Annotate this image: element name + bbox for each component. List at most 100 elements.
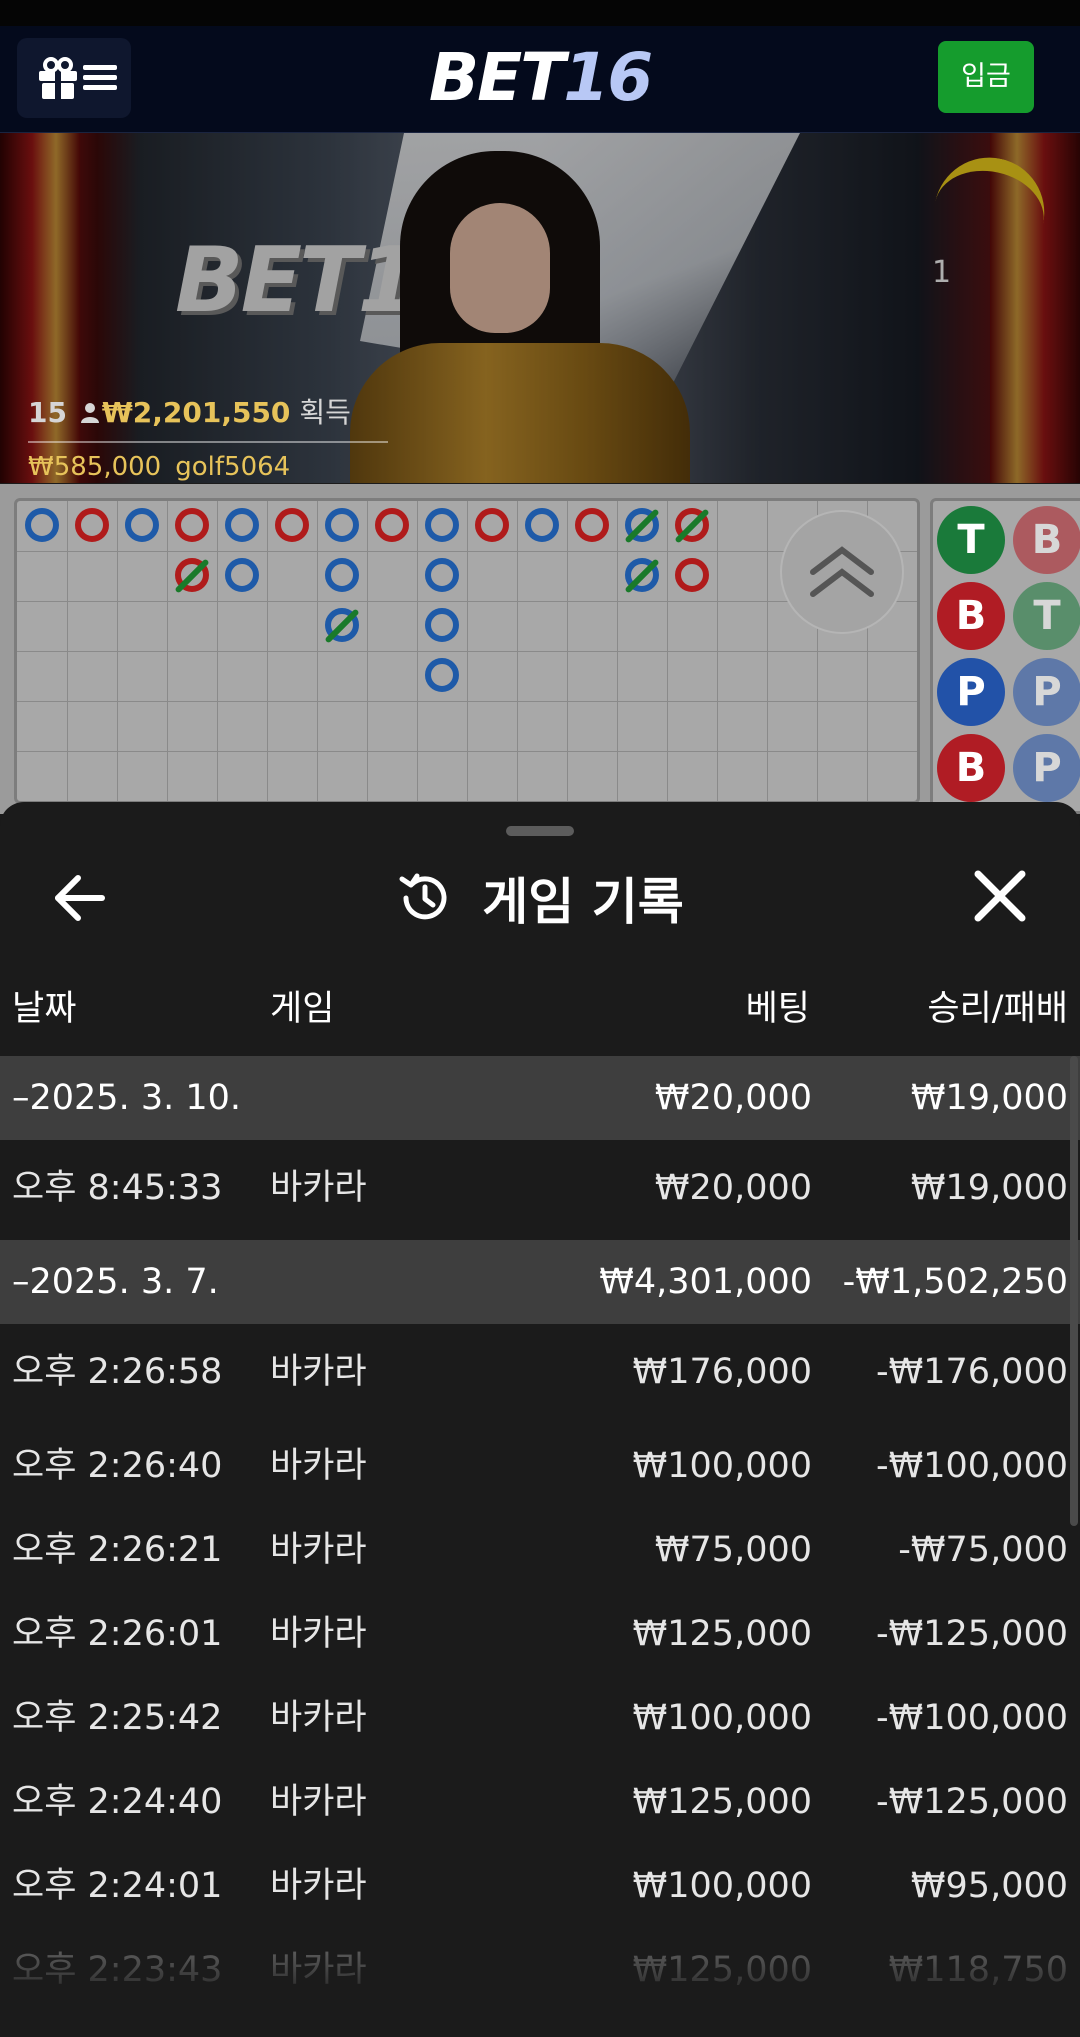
deposit-button[interactable]: 입금 — [938, 41, 1034, 113]
player-bead — [325, 558, 359, 592]
column-header-game: 게임 — [270, 989, 335, 1029]
user-icon — [80, 403, 99, 423]
player-bead — [25, 508, 59, 542]
winloss-cell: -₩125,000 — [876, 1614, 1068, 1654]
player-bead — [225, 558, 259, 592]
game-cell: 바카라 — [270, 1698, 367, 1738]
winloss-cell: ₩19,000 — [910, 1168, 1068, 1208]
game-cell: 바카라 — [270, 1614, 367, 1654]
column-header-winloss: 승리/패배 — [927, 989, 1068, 1029]
date-cell: 오후 2:25:42 — [12, 1698, 223, 1738]
winners-count: 15 — [28, 396, 67, 429]
date-group-row[interactable]: –2025. 3. 10. ₩20,000 ₩19,000 — [0, 1056, 1080, 1140]
date-group-row[interactable]: –2025. 3. 7. ₩4,301,000 -₩1,502,250 — [0, 1240, 1080, 1324]
bead-plate-result: B — [937, 582, 1005, 650]
history-row[interactable]: 오후 2:25:42 바카라 ₩100,000 -₩100,000 — [0, 1676, 1080, 1760]
sheet-drag-handle[interactable] — [506, 826, 574, 836]
date-cell: –2025. 3. 10. — [12, 1078, 242, 1118]
history-row[interactable]: 오후 2:26:21 바카라 ₩75,000 -₩75,000 — [0, 1508, 1080, 1592]
game-cell: 바카라 — [270, 1352, 367, 1392]
chevron-up-icon — [810, 546, 874, 597]
grid-line — [17, 551, 917, 552]
banker-bead — [475, 508, 509, 542]
banker-bead — [275, 508, 309, 542]
bead-plate-result: T — [1013, 582, 1080, 650]
bead-plate-scoreboard[interactable]: TBBTPPBP — [930, 498, 1080, 814]
winloss-cell: -₩176,000 — [876, 1352, 1068, 1392]
bet-cell: ₩20,000 — [654, 1078, 812, 1118]
winners-label: 획득 — [299, 396, 351, 429]
date-cell: 오후 2:26:21 — [12, 1530, 223, 1570]
history-icon — [399, 873, 447, 920]
top-winner: ₩585,000 golf5064 — [28, 450, 290, 484]
bead-plate-result: B — [937, 734, 1005, 802]
top-winner-name: golf5064 — [175, 452, 291, 482]
bead-plate-result: P — [1013, 734, 1080, 802]
date-cell: 오후 2:24:01 — [12, 1866, 223, 1906]
game-cell: 바카라 — [270, 1446, 367, 1486]
history-row[interactable]: 오후 2:24:40 바카라 ₩125,000 -₩125,000 — [0, 1760, 1080, 1844]
close-icon — [974, 870, 1026, 922]
status-bar — [0, 0, 1080, 26]
bead-plate-result: B — [1013, 506, 1080, 574]
site-logo[interactable]: BET16 — [0, 40, 1080, 116]
winloss-cell: -₩100,000 — [876, 1446, 1068, 1486]
sheet-title: 게임 기록 — [482, 873, 684, 931]
bead-plate-result: T — [937, 506, 1005, 574]
date-cell: 오후 2:26:40 — [12, 1446, 223, 1486]
history-row[interactable]: 오후 8:45:33 바카라 ₩20,000 ₩19,000 — [0, 1140, 1080, 1240]
close-button[interactable] — [968, 864, 1032, 928]
scrollbar[interactable] — [1070, 1056, 1078, 1526]
date-cell: 오후 8:45:33 — [12, 1168, 223, 1208]
bead-plate-result: P — [1013, 658, 1080, 726]
history-row[interactable]: 오후 2:24:01 바카라 ₩100,000 ₩95,000 — [0, 1844, 1080, 1928]
bet-cell: ₩75,000 — [654, 1530, 812, 1570]
history-row[interactable]: 오후 2:26:01 바카라 ₩125,000 -₩125,000 — [0, 1592, 1080, 1676]
player-bead — [425, 508, 459, 542]
history-table: –2025. 3. 10. ₩20,000 ₩19,000 오후 8:45:33 바카라… — [0, 1056, 1080, 2012]
winloss-cell: ₩95,000 — [910, 1866, 1068, 1906]
sheet-header: 게임 기록 — [0, 862, 1080, 932]
bet-cell: ₩125,000 — [632, 1614, 812, 1654]
date-cell: 오후 2:26:58 — [12, 1352, 223, 1392]
banker-bead — [575, 508, 609, 542]
bet-cell: ₩20,000 — [654, 1168, 812, 1208]
top-navigation: BET16 입금 — [0, 26, 1080, 133]
game-cell: 바카라 — [270, 1168, 367, 1208]
banker-bead — [175, 508, 209, 542]
bet-cell: ₩100,000 — [632, 1446, 812, 1486]
bet-cell: ₩125,000 — [632, 1782, 812, 1822]
date-cell: –2025. 3. 7. — [12, 1262, 219, 1302]
big-road-scoreboard[interactable] — [14, 498, 920, 804]
logo-text-number: 16 — [563, 39, 653, 116]
winloss-cell: -₩125,000 — [876, 1782, 1068, 1822]
bet-cell: ₩4,301,000 — [599, 1262, 812, 1302]
winloss-cell: -₩75,000 — [898, 1530, 1068, 1570]
logo-text-main: BET — [428, 39, 565, 116]
winners-divider — [28, 441, 388, 443]
list-fade — [0, 1927, 1080, 2037]
winners-summary: 15 ₩2,201,550 획득 — [28, 395, 351, 431]
grid-line — [17, 751, 917, 752]
player-bead — [525, 508, 559, 542]
expand-roadmap-button[interactable] — [782, 512, 902, 632]
player-bead — [125, 508, 159, 542]
bet-cell: ₩100,000 — [632, 1698, 812, 1738]
date-cell: 오후 2:24:40 — [12, 1782, 223, 1822]
bet-cell: ₩176,000 — [632, 1352, 812, 1392]
player-bead — [425, 608, 459, 642]
bead-plate-result: P — [937, 658, 1005, 726]
game-cell: 바카라 — [270, 1866, 367, 1906]
history-row[interactable]: 오후 2:26:40 바카라 ₩100,000 -₩100,000 — [0, 1424, 1080, 1508]
grid-line — [17, 601, 917, 602]
column-header-date: 날짜 — [12, 989, 77, 1029]
grid-line — [17, 701, 917, 702]
column-header-bet: 베팅 — [745, 989, 810, 1029]
game-cell: 바카라 — [270, 1782, 367, 1822]
history-row[interactable]: 오후 2:26:58 바카라 ₩176,000 -₩176,000 — [0, 1324, 1080, 1424]
game-cell: 바카라 — [270, 1530, 367, 1570]
top-winner-amount: ₩585,000 — [28, 452, 162, 482]
winloss-cell: -₩100,000 — [876, 1698, 1068, 1738]
date-cell: 오후 2:26:01 — [12, 1614, 223, 1654]
banker-bead — [675, 558, 709, 592]
